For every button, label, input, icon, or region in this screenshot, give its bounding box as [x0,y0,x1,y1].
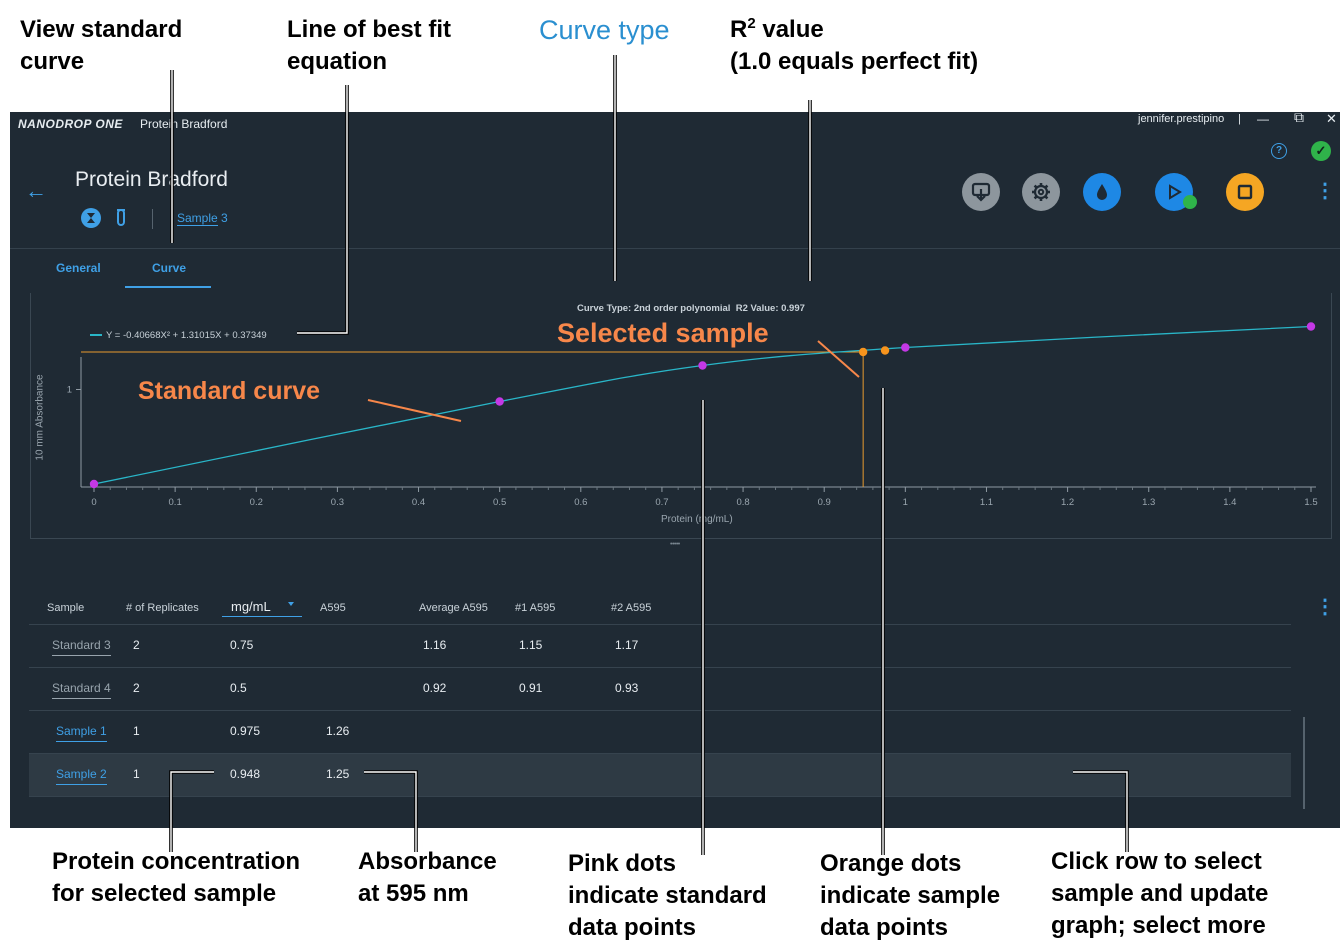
x-tick-label: 1.2 [1061,497,1074,508]
r2-sup: 2 [747,15,756,32]
col-header-replicates: # of Replicates [126,602,199,614]
x-tick-label: 1.3 [1142,497,1155,508]
x-tick-label: 0 [91,497,96,508]
x-tick-label: 1.5 [1304,497,1317,508]
row-rep1-a595: 0.91 [519,681,543,695]
callout-click-row: Click row to select sample and update gr… [1051,848,1269,939]
unit-dropdown-value: mg/mL [231,599,271,614]
row-concentration: 0.975 [230,724,261,738]
col-header-a595: A595 [320,602,346,614]
callout-best-fit-equation: Line of best fit equation [287,16,451,75]
x-tick-label: 0.6 [574,497,587,508]
row-sample-name[interactable]: Sample 1 [56,724,107,742]
row-rep1-a595: 1.15 [519,638,543,652]
r2-rest: value [755,16,824,43]
standard-point [698,361,707,370]
x-tick-label: 1.1 [980,497,993,508]
row-replicates: 1 [133,724,140,738]
callout-curve-type: Curve type [539,15,670,45]
x-tick-label: 0.7 [655,497,668,508]
col-header-rep2-a595: #2 A595 [611,602,652,614]
x-tick-label: 0.8 [736,497,749,508]
x-tick-label: 0.9 [818,497,831,508]
row-concentration: 0.5 [230,681,247,695]
callout-orange-dots: Orange dots indicate sample data points [820,850,1001,941]
r2-line2: (1.0 equals perfect fit) [730,48,979,75]
x-tick-label: 0.5 [493,497,506,508]
x-tick-label: 0.3 [331,497,344,508]
callout-selected-sample: Selected sample [557,318,769,348]
sample-point [880,346,890,355]
standard-point [495,397,504,406]
row-sample-name[interactable]: Standard 4 [52,681,111,699]
x-tick-label: 1 [903,497,908,508]
standard-point [901,343,910,352]
table-row[interactable]: Standard 4 2 0.5 0.92 0.91 0.93 [29,668,1291,711]
chevron-down-icon [288,602,294,606]
row-replicates: 2 [133,681,140,695]
x-tick-label: 1.4 [1223,497,1236,508]
r2-r: R [730,16,748,43]
row-concentration: 0.948 [230,767,261,781]
x-tick-label: 0.4 [412,497,425,508]
row-rep2-a595: 1.17 [615,638,639,652]
row-a595: 1.25 [326,767,350,781]
row-average-a595: 1.16 [423,638,447,652]
callout-r2-value: R2 value (1.0 equals perfect fit) [730,14,978,78]
app-window: NANODROP ONE Protein Bradford jennifer.p… [10,112,1340,828]
row-replicates: 2 [133,638,140,652]
table-row[interactable]: Sample 1 1 0.975 1.26 [29,711,1291,754]
row-rep2-a595: 0.93 [615,681,639,695]
table-row[interactable]: Standard 3 2 0.75 1.16 1.15 1.17 [29,625,1291,668]
standard-point [1306,322,1316,331]
callout-absorbance: Absorbance at 595 nm [358,848,497,907]
table-row-selected[interactable]: Sample 2 1 0.948 1.25 [29,754,1291,797]
col-header-rep1-a595: #1 A595 [515,602,556,614]
callout-view-standard-curve: View standard curve [20,16,183,75]
callout-standard-curve: Standard curve [138,377,321,405]
callout-protein-concentration: Protein concentration for selected sampl… [52,848,301,907]
row-sample-name[interactable]: Sample 2 [56,767,107,785]
callout-pink-dots: Pink dots indicate standard data points [568,850,767,941]
col-header-average-a595: Average A595 [419,602,488,614]
standard-point [89,479,99,489]
col-header-sample: Sample [47,602,85,614]
table-more-icon[interactable]: ⋮ [1315,594,1335,619]
row-average-a595: 0.92 [423,681,447,695]
row-concentration: 0.75 [230,638,254,652]
row-replicates: 1 [133,767,140,781]
y-tick-label: 1 [67,385,72,396]
x-tick-label: 0.2 [250,497,263,508]
x-tick-label: 0.1 [169,497,182,508]
row-a595: 1.26 [326,724,350,738]
sample-point [858,347,868,357]
table-scrollbar[interactable] [1303,717,1305,809]
row-sample-name[interactable]: Standard 3 [52,638,111,656]
resize-handle[interactable]: ••••• [670,541,680,548]
unit-dropdown[interactable]: mg/mL [222,596,302,617]
